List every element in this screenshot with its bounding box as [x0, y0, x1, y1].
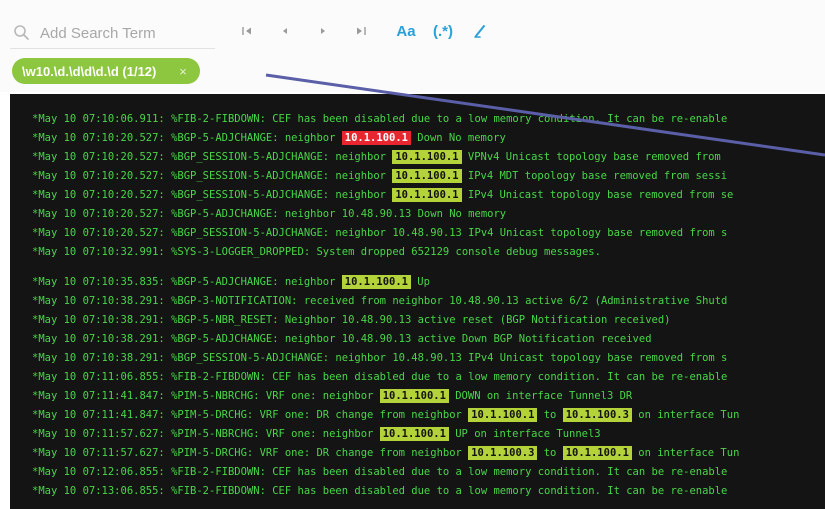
log-line: *May 10 07:10:38.291: %BGP-5-ADJCHANGE: …: [32, 330, 739, 349]
next-match-button[interactable]: [312, 20, 334, 42]
log-line: *May 10 07:10:20.527: %BGP-5-ADJCHANGE: …: [32, 205, 739, 224]
log-text: Down No memory: [410, 132, 506, 144]
match-highlight: 10.1.100.1: [562, 446, 632, 460]
log-text: to: [537, 447, 563, 459]
log-line: *May 10 07:10:32.991: %SYS-3-LOGGER_DROP…: [32, 243, 739, 262]
last-match-icon: [357, 27, 366, 35]
log-line: *May 10 07:10:20.527: %BGP_SESSION-5-ADJ…: [32, 167, 739, 186]
match-highlight: 10.1.100.1: [468, 408, 538, 422]
log-blank-line: [32, 262, 739, 273]
log-text: *May 10 07:10:06.911: %FIB-2-FIBDOWN: CE…: [32, 113, 728, 125]
last-match-button[interactable]: [350, 20, 372, 42]
log-line: *May 10 07:12:06.855: %FIB-2-FIBDOWN: CE…: [32, 463, 739, 482]
log-line: *May 10 07:10:38.291: %BGP_SESSION-5-ADJ…: [32, 349, 739, 368]
log-line: *May 10 07:10:20.527: %BGP-5-ADJCHANGE: …: [32, 129, 739, 148]
search-icon: [14, 25, 29, 40]
highlighter-icon: [474, 25, 485, 38]
search-toolbar: Aa (.*) \w10.\d.\d\d\d.\d (1/12) ×: [0, 0, 825, 92]
log-line: *May 10 07:11:57.627: %PIM-5-NBRCHG: VRF…: [32, 425, 739, 444]
log-text: DOWN on interface Tunnel3 DR: [448, 390, 633, 402]
log-text: *May 10 07:10:32.991: %SYS-3-LOGGER_DROP…: [32, 246, 601, 258]
search-input[interactable]: [38, 23, 212, 43]
log-text: *May 10 07:10:38.291: %BGP-5-NBR_RESET: …: [32, 314, 671, 326]
log-line: *May 10 07:10:06.911: %FIB-2-FIBDOWN: CE…: [32, 110, 739, 129]
log-text: *May 10 07:10:20.527: %BGP_SESSION-5-ADJ…: [32, 170, 393, 182]
match-highlight: 10.1.100.1: [392, 188, 462, 202]
log-text: to: [537, 409, 563, 421]
search-box[interactable]: [10, 18, 215, 49]
prev-match-icon: [283, 28, 287, 34]
log-text: *May 10 07:10:38.291: %BGP_SESSION-5-ADJ…: [32, 352, 728, 364]
match-highlight: 10.1.100.1: [392, 169, 462, 183]
log-text: *May 10 07:10:38.291: %BGP-5-ADJCHANGE: …: [32, 333, 652, 345]
log-text: on interface Tun: [631, 409, 740, 421]
log-text: *May 10 07:10:20.527: %BGP_SESSION-5-ADJ…: [32, 227, 728, 239]
log-text: *May 10 07:10:20.527: %BGP-5-ADJCHANGE: …: [32, 132, 342, 144]
log-text: *May 10 07:11:41.847: %PIM-5-DRCHG: VRF …: [32, 409, 469, 421]
log-text: *May 10 07:12:06.855: %FIB-2-FIBDOWN: CE…: [32, 466, 728, 478]
match-highlight: 10.1.100.1: [379, 389, 449, 403]
log-line: *May 10 07:10:20.527: %BGP_SESSION-5-ADJ…: [32, 148, 739, 167]
log-line: *May 10 07:11:41.847: %PIM-5-DRCHG: VRF …: [32, 406, 739, 425]
log-text: *May 10 07:11:57.627: %PIM-5-NBRCHG: VRF…: [32, 428, 380, 440]
log-line: *May 10 07:10:38.291: %BGP-3-NOTIFICATIO…: [32, 292, 739, 311]
highlight-button[interactable]: [470, 19, 490, 43]
match-highlight: 10.1.100.1: [341, 275, 411, 289]
close-icon[interactable]: ×: [176, 64, 190, 79]
match-highlight: 10.1.100.3: [468, 446, 538, 460]
log-line: *May 10 07:10:38.291: %BGP-5-NBR_RESET: …: [32, 311, 739, 330]
next-match-icon: [321, 28, 325, 34]
log-text: on interface Tun: [631, 447, 740, 459]
prev-match-button[interactable]: [274, 20, 296, 42]
log-text: *May 10 07:10:38.291: %BGP-3-NOTIFICATIO…: [32, 295, 728, 307]
first-match-icon: [242, 27, 251, 35]
log-text: UP on interface Tunnel3: [448, 428, 601, 440]
log-text: *May 10 07:10:20.527: %BGP-5-ADJCHANGE: …: [32, 208, 507, 220]
log-line: *May 10 07:10:35.835: %BGP-5-ADJCHANGE: …: [32, 273, 739, 292]
log-text: *May 10 07:11:06.855: %FIB-2-FIBDOWN: CE…: [32, 371, 728, 383]
log-line: *May 10 07:11:57.627: %PIM-5-DRCHG: VRF …: [32, 444, 739, 463]
log-text: *May 10 07:10:20.527: %BGP_SESSION-5-ADJ…: [32, 151, 393, 163]
match-highlight: 10.1.100.1: [379, 427, 449, 441]
log-text: *May 10 07:11:57.627: %PIM-5-DRCHG: VRF …: [32, 447, 469, 459]
match-case-button[interactable]: Aa: [393, 19, 419, 43]
filter-chip[interactable]: \w10.\d.\d\d\d.\d (1/12) ×: [12, 58, 200, 84]
log-line: *May 10 07:10:20.527: %BGP_SESSION-5-ADJ…: [32, 186, 739, 205]
regex-button[interactable]: (.*): [428, 19, 458, 43]
log-line: *May 10 07:11:41.847: %PIM-5-NBRCHG: VRF…: [32, 387, 739, 406]
log-terminal[interactable]: *May 10 07:10:06.911: %FIB-2-FIBDOWN: CE…: [10, 94, 825, 509]
first-match-button[interactable]: [236, 20, 258, 42]
log-text: *May 10 07:13:06.855: %FIB-2-FIBDOWN: CE…: [32, 485, 728, 497]
log-text: IPv4 Unicast topology base removed from …: [461, 189, 734, 201]
filter-chip-label: \w10.\d.\d\d\d.\d (1/12): [22, 63, 157, 79]
current-match-highlight: 10.1.100.1: [341, 131, 411, 145]
log-line: *May 10 07:11:06.855: %FIB-2-FIBDOWN: CE…: [32, 368, 739, 387]
log-text: VPNv4 Unicast topology base removed from: [461, 151, 721, 163]
log-text: *May 10 07:10:35.835: %BGP-5-ADJCHANGE: …: [32, 276, 342, 288]
match-highlight: 10.1.100.3: [562, 408, 632, 422]
log-text: IPv4 MDT topology base removed from sess…: [461, 170, 728, 182]
log-text: *May 10 07:10:20.527: %BGP_SESSION-5-ADJ…: [32, 189, 393, 201]
log-text: *May 10 07:11:41.847: %PIM-5-NBRCHG: VRF…: [32, 390, 380, 402]
log-output: *May 10 07:10:06.911: %FIB-2-FIBDOWN: CE…: [32, 110, 739, 501]
log-line: *May 10 07:10:20.527: %BGP_SESSION-5-ADJ…: [32, 224, 739, 243]
match-highlight: 10.1.100.1: [392, 150, 462, 164]
log-line: *May 10 07:13:06.855: %FIB-2-FIBDOWN: CE…: [32, 482, 739, 501]
log-text: Up: [410, 276, 430, 288]
